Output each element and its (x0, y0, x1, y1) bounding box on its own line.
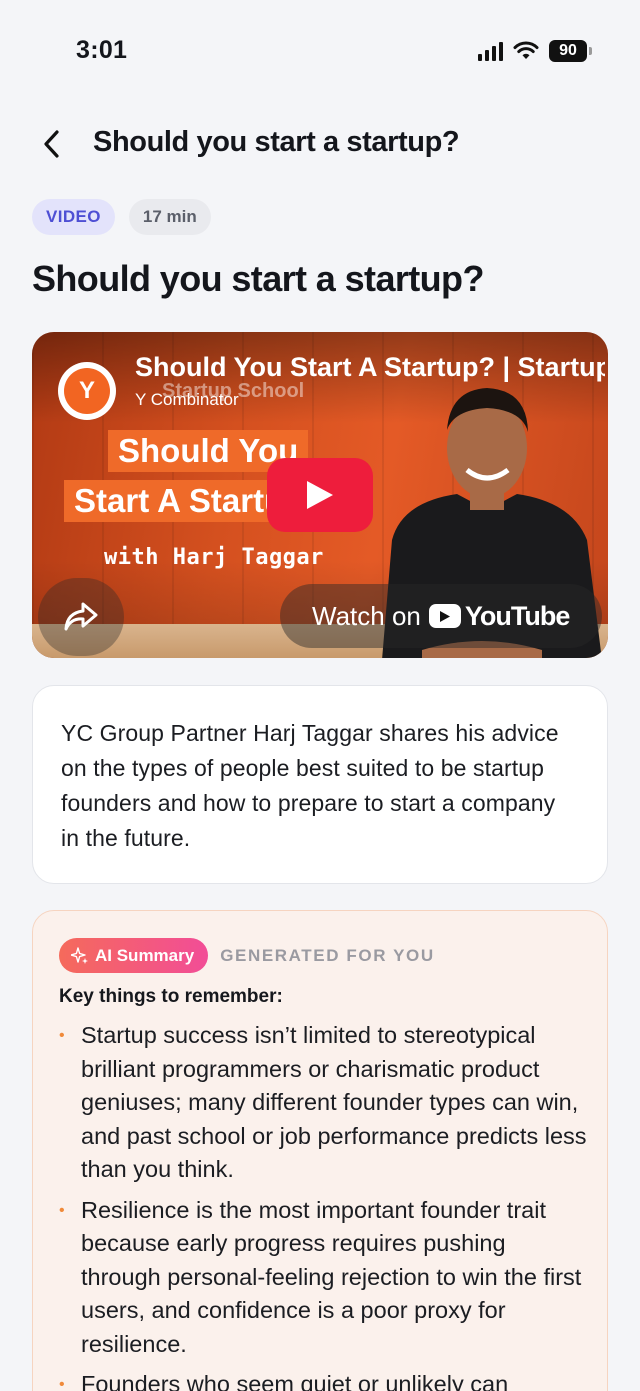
status-time: 3:01 (76, 36, 128, 64)
nav-header: Should you start a startup? (0, 118, 640, 170)
type-badge: VIDEO (32, 199, 115, 235)
wifi-icon (513, 41, 539, 61)
channel-avatar[interactable]: Y (58, 362, 116, 420)
watch-on-youtube-button[interactable]: Watch on YouTube (280, 584, 602, 648)
thumbnail-byline: with Harj Taggar (104, 545, 324, 570)
ai-summary-badge-label: AI Summary (95, 945, 195, 965)
status-icons: 90 (478, 40, 592, 62)
nav-title: Should you start a startup? (93, 126, 460, 158)
youtube-wordmark: YouTube (464, 600, 570, 631)
yc-logo-icon: Y (64, 368, 110, 414)
generated-label: GENERATED FOR YOU (220, 945, 435, 965)
ai-summary-card: AI Summary GENERATED FOR YOU Key things … (32, 910, 608, 1391)
ai-summary-badge: AI Summary (59, 938, 209, 973)
back-button[interactable] (36, 126, 68, 162)
tag-row: VIDEO 17 min (32, 199, 211, 235)
description-card: YC Group Partner Harj Taggar shares his … (32, 685, 608, 884)
ai-summary-header: AI Summary GENERATED FOR YOU (59, 938, 435, 973)
duration-badge: 17 min (128, 199, 211, 235)
watch-on-label: Watch on (312, 600, 421, 631)
description-text: YC Group Partner Harj Taggar shares his … (61, 720, 559, 851)
summary-point-text: Founders who seem quiet or unlikely can (81, 1371, 509, 1391)
video-player[interactable]: Y Startup School Should You Start A Star… (32, 332, 608, 658)
play-button[interactable] (267, 458, 373, 532)
battery-level: 90 (549, 40, 587, 62)
summary-point: • Startup success isn’t limited to stereo… (59, 1019, 589, 1187)
summary-point-text: Resilience is the most important founder… (81, 1196, 582, 1357)
battery-icon: 90 (549, 40, 592, 62)
summary-point: • Resilience is the most important founde… (59, 1194, 589, 1362)
video-channel[interactable]: Y Combinator (135, 390, 239, 410)
video-title[interactable]: Should You Start A Startup? | Startup Sc… (135, 352, 605, 383)
bullet-icon: • (59, 1376, 65, 1391)
cellular-signal-icon (478, 41, 503, 61)
play-icon (307, 481, 333, 509)
share-icon (64, 602, 98, 631)
summary-point: • Founders who seem quiet or unlikely can (59, 1368, 589, 1391)
bullet-icon: • (59, 1201, 65, 1219)
summary-list: • Startup success isn’t limited to stereo… (59, 1019, 589, 1391)
key-things-heading: Key things to remember: (59, 986, 283, 1007)
sparkle-icon (71, 946, 88, 964)
page-title: Should you start a startup? (32, 258, 484, 299)
status-bar: 3:01 90 (0, 0, 640, 100)
bullet-icon: • (59, 1027, 65, 1044)
chevron-left-icon (44, 130, 59, 158)
summary-point-text: Startup success isn’t limited to stereot… (81, 1022, 587, 1182)
youtube-logo-icon: YouTube (428, 600, 570, 632)
share-button[interactable] (38, 578, 124, 656)
